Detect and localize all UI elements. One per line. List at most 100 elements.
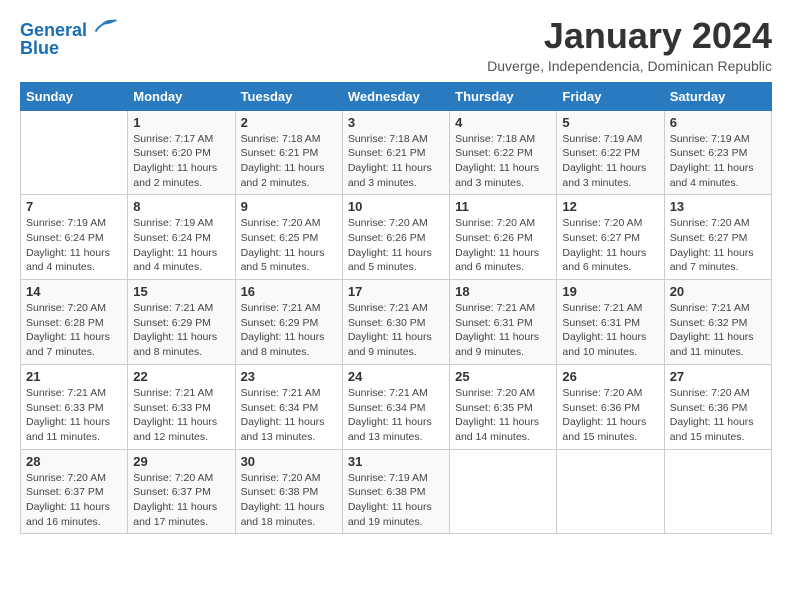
day-number: 20 (670, 284, 766, 299)
week-row-3: 14 Sunrise: 7:20 AMSunset: 6:28 PMDayligh… (21, 280, 772, 365)
calendar-body: 1 Sunrise: 7:17 AMSunset: 6:20 PMDaylight… (21, 110, 772, 534)
day-number: 2 (241, 115, 337, 130)
day-info: Sunrise: 7:21 AMSunset: 6:31 PMDaylight:… (455, 301, 551, 360)
day-info: Sunrise: 7:20 AMSunset: 6:26 PMDaylight:… (455, 216, 551, 275)
calendar-cell: 4Sunrise: 7:18 AMSunset: 6:22 PMDaylight… (450, 110, 557, 195)
day-number: 29 (133, 454, 229, 469)
logo-text2: Blue (20, 39, 118, 59)
calendar-cell: 30 Sunrise: 7:20 AMSunset: 6:38 PMDayligh… (235, 449, 342, 534)
day-number: 7 (26, 199, 122, 214)
calendar-cell: 12 Sunrise: 7:20 AMSunset: 6:27 PMDayligh… (557, 195, 664, 280)
day-number: 11 (455, 199, 551, 214)
calendar-cell: 23Sunrise: 7:21 AMSunset: 6:34 PMDayligh… (235, 364, 342, 449)
day-info: Sunrise: 7:19 AMSunset: 6:22 PMDaylight:… (562, 132, 658, 191)
calendar-cell: 19 Sunrise: 7:21 AMSunset: 6:31 PMDayligh… (557, 280, 664, 365)
calendar-cell: 2 Sunrise: 7:18 AMSunset: 6:21 PMDaylight… (235, 110, 342, 195)
day-info: Sunrise: 7:21 AMSunset: 6:29 PMDaylight:… (133, 301, 229, 360)
calendar-cell: 15 Sunrise: 7:21 AMSunset: 6:29 PMDayligh… (128, 280, 235, 365)
day-info: Sunrise: 7:21 AMSunset: 6:31 PMDaylight:… (562, 301, 658, 360)
week-row-1: 1 Sunrise: 7:17 AMSunset: 6:20 PMDaylight… (21, 110, 772, 195)
day-number: 21 (26, 369, 122, 384)
calendar-cell: 16Sunrise: 7:21 AMSunset: 6:29 PMDayligh… (235, 280, 342, 365)
calendar-cell: 25Sunrise: 7:20 AMSunset: 6:35 PMDayligh… (450, 364, 557, 449)
day-info: Sunrise: 7:20 AMSunset: 6:27 PMDaylight:… (670, 216, 766, 275)
day-number: 24 (348, 369, 444, 384)
day-number: 10 (348, 199, 444, 214)
day-number: 22 (133, 369, 229, 384)
day-number: 14 (26, 284, 122, 299)
day-number: 9 (241, 199, 337, 214)
day-number: 26 (562, 369, 658, 384)
calendar-cell: 10 Sunrise: 7:20 AMSunset: 6:26 PMDayligh… (342, 195, 449, 280)
calendar-header-row: SundayMondayTuesdayWednesdayThursdayFrid… (21, 82, 772, 110)
calendar-cell (557, 449, 664, 534)
day-info: Sunrise: 7:21 AMSunset: 6:30 PMDaylight:… (348, 301, 444, 360)
day-number: 30 (241, 454, 337, 469)
calendar-cell: 27 Sunrise: 7:20 AMSunset: 6:36 PMDayligh… (664, 364, 771, 449)
page-header: General Blue January 2024 Duverge, Indep… (20, 16, 772, 74)
header-thursday: Thursday (450, 82, 557, 110)
week-row-2: 7 Sunrise: 7:19 AMSunset: 6:24 PMDaylight… (21, 195, 772, 280)
day-number: 23 (241, 369, 337, 384)
title-block: January 2024 Duverge, Independencia, Dom… (487, 16, 772, 74)
calendar-cell: 1 Sunrise: 7:17 AMSunset: 6:20 PMDaylight… (128, 110, 235, 195)
calendar-cell (664, 449, 771, 534)
day-info: Sunrise: 7:19 AMSunset: 6:38 PMDaylight:… (348, 471, 444, 530)
day-number: 5 (562, 115, 658, 130)
calendar-cell (450, 449, 557, 534)
day-info: Sunrise: 7:20 AMSunset: 6:38 PMDaylight:… (241, 471, 337, 530)
day-info: Sunrise: 7:17 AMSunset: 6:20 PMDaylight:… (133, 132, 229, 191)
calendar-cell: 29 Sunrise: 7:20 AMSunset: 6:37 PMDayligh… (128, 449, 235, 534)
day-info: Sunrise: 7:20 AMSunset: 6:36 PMDaylight:… (562, 386, 658, 445)
day-number: 19 (562, 284, 658, 299)
calendar-cell: 11 Sunrise: 7:20 AMSunset: 6:26 PMDayligh… (450, 195, 557, 280)
day-number: 8 (133, 199, 229, 214)
day-number: 3 (348, 115, 444, 130)
day-number: 27 (670, 369, 766, 384)
calendar-cell: 13 Sunrise: 7:20 AMSunset: 6:27 PMDayligh… (664, 195, 771, 280)
calendar-cell: 18Sunrise: 7:21 AMSunset: 6:31 PMDayligh… (450, 280, 557, 365)
calendar-cell: 6 Sunrise: 7:19 AMSunset: 6:23 PMDaylight… (664, 110, 771, 195)
calendar-cell: 14 Sunrise: 7:20 AMSunset: 6:28 PMDayligh… (21, 280, 128, 365)
day-number: 28 (26, 454, 122, 469)
calendar-cell: 24Sunrise: 7:21 AMSunset: 6:34 PMDayligh… (342, 364, 449, 449)
day-number: 31 (348, 454, 444, 469)
day-info: Sunrise: 7:18 AMSunset: 6:21 PMDaylight:… (348, 132, 444, 191)
day-info: Sunrise: 7:19 AMSunset: 6:23 PMDaylight:… (670, 132, 766, 191)
logo-bird-icon (94, 16, 118, 36)
header-saturday: Saturday (664, 82, 771, 110)
header-monday: Monday (128, 82, 235, 110)
location-subtitle: Duverge, Independencia, Dominican Republ… (487, 58, 772, 74)
day-number: 13 (670, 199, 766, 214)
day-number: 4 (455, 115, 551, 130)
calendar-cell: 20 Sunrise: 7:21 AMSunset: 6:32 PMDayligh… (664, 280, 771, 365)
day-info: Sunrise: 7:20 AMSunset: 6:26 PMDaylight:… (348, 216, 444, 275)
calendar-cell: 26 Sunrise: 7:20 AMSunset: 6:36 PMDayligh… (557, 364, 664, 449)
day-info: Sunrise: 7:20 AMSunset: 6:25 PMDaylight:… (241, 216, 337, 275)
day-number: 15 (133, 284, 229, 299)
day-info: Sunrise: 7:20 AMSunset: 6:27 PMDaylight:… (562, 216, 658, 275)
header-wednesday: Wednesday (342, 82, 449, 110)
day-number: 6 (670, 115, 766, 130)
day-info: Sunrise: 7:19 AMSunset: 6:24 PMDaylight:… (133, 216, 229, 275)
day-info: Sunrise: 7:19 AMSunset: 6:24 PMDaylight:… (26, 216, 122, 275)
week-row-4: 21Sunrise: 7:21 AMSunset: 6:33 PMDayligh… (21, 364, 772, 449)
month-title: January 2024 (487, 16, 772, 56)
week-row-5: 28 Sunrise: 7:20 AMSunset: 6:37 PMDayligh… (21, 449, 772, 534)
calendar-cell: 31 Sunrise: 7:19 AMSunset: 6:38 PMDayligh… (342, 449, 449, 534)
day-info: Sunrise: 7:20 AMSunset: 6:37 PMDaylight:… (133, 471, 229, 530)
day-info: Sunrise: 7:18 AMSunset: 6:21 PMDaylight:… (241, 132, 337, 191)
calendar-cell: 21Sunrise: 7:21 AMSunset: 6:33 PMDayligh… (21, 364, 128, 449)
calendar-cell: 8 Sunrise: 7:19 AMSunset: 6:24 PMDaylight… (128, 195, 235, 280)
header-tuesday: Tuesday (235, 82, 342, 110)
calendar-cell: 28 Sunrise: 7:20 AMSunset: 6:37 PMDayligh… (21, 449, 128, 534)
day-info: Sunrise: 7:21 AMSunset: 6:32 PMDaylight:… (670, 301, 766, 360)
calendar-cell: 22Sunrise: 7:21 AMSunset: 6:33 PMDayligh… (128, 364, 235, 449)
day-number: 12 (562, 199, 658, 214)
day-info: Sunrise: 7:20 AMSunset: 6:35 PMDaylight:… (455, 386, 551, 445)
day-number: 1 (133, 115, 229, 130)
day-info: Sunrise: 7:20 AMSunset: 6:36 PMDaylight:… (670, 386, 766, 445)
day-info: Sunrise: 7:20 AMSunset: 6:37 PMDaylight:… (26, 471, 122, 530)
day-info: Sunrise: 7:20 AMSunset: 6:28 PMDaylight:… (26, 301, 122, 360)
day-number: 16 (241, 284, 337, 299)
